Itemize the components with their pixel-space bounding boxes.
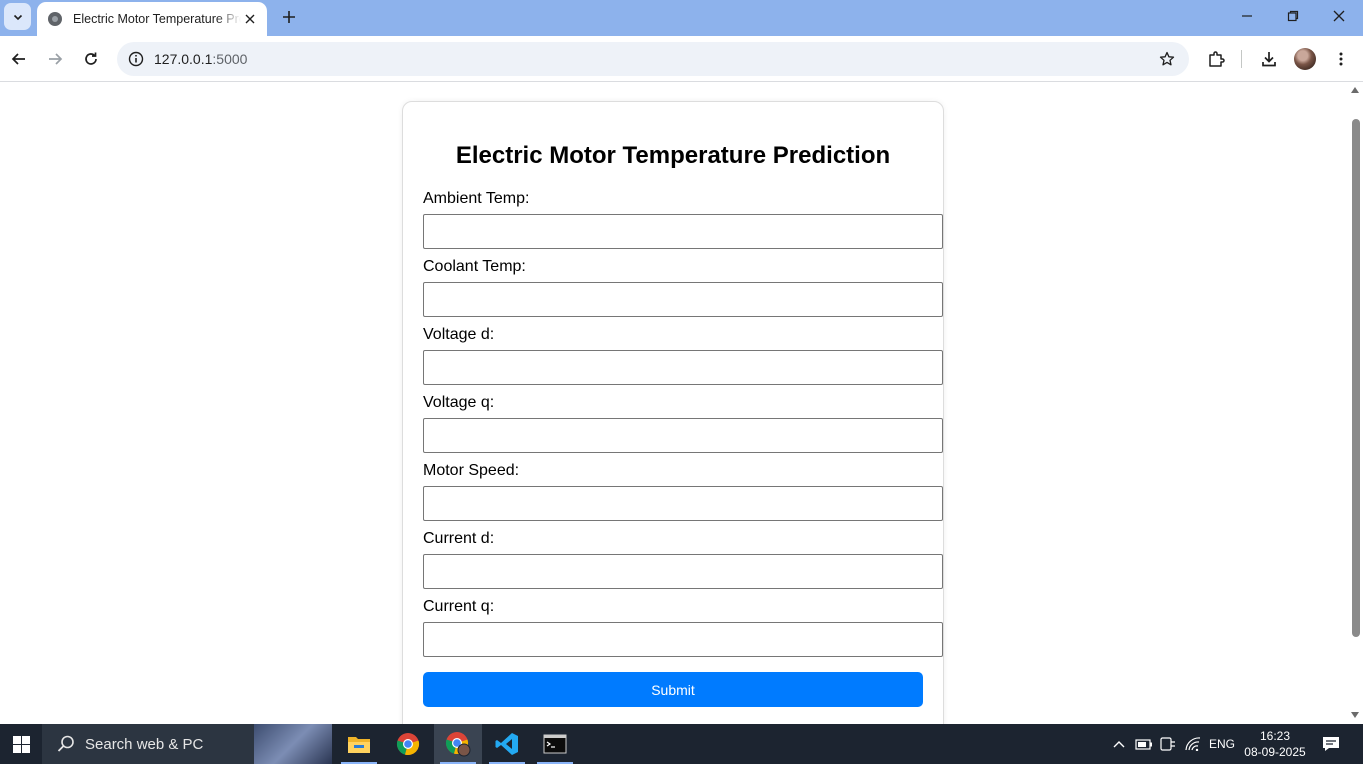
downloads-button[interactable] xyxy=(1255,45,1283,73)
taskbar-search-box[interactable]: Search web & PC xyxy=(42,724,332,764)
more-vert-icon xyxy=(1339,52,1343,66)
chrome-button[interactable] xyxy=(384,724,432,764)
back-button[interactable] xyxy=(5,45,33,73)
notification-icon xyxy=(1323,737,1339,751)
page-scrollbar[interactable] xyxy=(1348,83,1363,724)
restore-icon xyxy=(1287,10,1299,22)
language-text: ENG xyxy=(1208,737,1235,751)
page-title: Electric Motor Temperature Prediction xyxy=(455,142,891,169)
tab-title: Electric Motor Temperature Prediction xyxy=(73,12,241,26)
search-highlight-image xyxy=(254,724,332,764)
browser-toolbar: 127.0.0.1:5000 xyxy=(0,36,1363,82)
chevron-up-icon xyxy=(1113,741,1125,748)
network-tray-button[interactable] xyxy=(1181,724,1205,764)
plus-icon xyxy=(283,11,295,23)
scroll-up-arrow-icon[interactable] xyxy=(1351,87,1359,93)
voltage-q-label: Voltage q: xyxy=(423,394,495,411)
extensions-button[interactable] xyxy=(1202,45,1230,73)
close-icon xyxy=(1333,10,1345,22)
voltage-q-input[interactable] xyxy=(423,418,943,453)
coolant-temp-label: Coolant Temp: xyxy=(423,258,526,275)
url-text[interactable]: 127.0.0.1:5000 xyxy=(154,51,247,67)
scrollbar-thumb[interactable] xyxy=(1352,119,1360,637)
globe-icon xyxy=(48,12,62,26)
restore-button[interactable] xyxy=(1270,0,1316,32)
ambient-temp-input[interactable] xyxy=(423,214,943,249)
ambient-temp-label: Ambient Temp: xyxy=(423,190,530,207)
taskbar-clock[interactable]: 16:23 08-09-2025 xyxy=(1240,728,1310,760)
current-d-label: Current d: xyxy=(423,530,495,547)
puzzle-icon xyxy=(1209,51,1225,67)
coolant-temp-input[interactable] xyxy=(423,282,943,317)
windows-taskbar: Search web & PC ENG 16:23 08-09-2025 xyxy=(0,724,1363,764)
close-window-button[interactable] xyxy=(1316,0,1362,32)
forward-arrow-icon xyxy=(49,53,63,65)
toolbar-separator xyxy=(1241,50,1242,68)
voltage-d-input[interactable] xyxy=(423,350,943,385)
clock-date: 08-09-2025 xyxy=(1244,745,1306,759)
vscode-icon xyxy=(495,733,518,755)
clock-time: 16:23 xyxy=(1259,729,1291,743)
download-icon xyxy=(1262,52,1276,67)
search-icon xyxy=(57,735,74,752)
chrome-profile-icon xyxy=(445,732,471,757)
minimize-button[interactable] xyxy=(1224,0,1270,32)
language-indicator[interactable]: ENG xyxy=(1206,724,1238,764)
vscode-button[interactable] xyxy=(483,724,531,764)
current-q-label: Current q: xyxy=(423,598,495,615)
new-tab-button[interactable] xyxy=(276,4,302,30)
profile-avatar[interactable] xyxy=(1294,48,1316,70)
forward-button[interactable] xyxy=(41,45,69,73)
bookmark-star-icon[interactable] xyxy=(1155,47,1179,71)
search-placeholder: Search web & PC xyxy=(85,736,204,753)
active-tab[interactable]: Electric Motor Temperature Prediction xyxy=(37,2,267,36)
scroll-down-arrow-icon[interactable] xyxy=(1351,712,1359,718)
terminal-icon xyxy=(543,734,567,754)
battery-tray-button[interactable] xyxy=(1132,724,1156,764)
submit-button[interactable]: Submit xyxy=(423,672,923,707)
start-button[interactable] xyxy=(0,724,42,764)
minimize-icon xyxy=(1242,15,1252,17)
tab-strip: Electric Motor Temperature Prediction xyxy=(0,0,1363,36)
prediction-form-card: Electric Motor Temperature Prediction Am… xyxy=(402,101,944,724)
device-tray-button[interactable] xyxy=(1157,724,1179,764)
reload-icon xyxy=(85,52,97,65)
motor-speed-label: Motor Speed: xyxy=(423,462,520,479)
tablet-mode-icon xyxy=(1160,737,1175,751)
windows-logo-icon xyxy=(12,735,30,753)
notifications-button[interactable] xyxy=(1316,724,1346,764)
battery-icon xyxy=(1135,739,1152,750)
close-tab-icon[interactable] xyxy=(241,10,259,28)
url-host: 127.0.0.1 xyxy=(154,51,213,67)
file-explorer-button[interactable] xyxy=(335,724,383,764)
current-q-input[interactable] xyxy=(423,622,943,657)
file-explorer-icon xyxy=(348,737,370,753)
reload-button[interactable] xyxy=(77,45,105,73)
voltage-d-label: Voltage d: xyxy=(423,326,495,343)
back-arrow-icon xyxy=(11,53,25,65)
address-bar[interactable]: 127.0.0.1:5000 xyxy=(117,42,1189,76)
page-viewport: Electric Motor Temperature Prediction Am… xyxy=(0,83,1348,724)
url-port: :5000 xyxy=(212,51,248,67)
chevron-down-icon xyxy=(13,14,22,20)
show-hidden-icons-button[interactable] xyxy=(1108,724,1130,764)
chrome-icon xyxy=(396,733,420,756)
menu-button[interactable] xyxy=(1327,45,1355,73)
tab-search-button[interactable] xyxy=(4,3,31,30)
site-info-icon[interactable] xyxy=(124,47,148,71)
wifi-icon xyxy=(1185,737,1201,751)
terminal-button[interactable] xyxy=(531,724,579,764)
chrome-profile-button[interactable] xyxy=(434,724,482,764)
current-d-input[interactable] xyxy=(423,554,943,589)
motor-speed-input[interactable] xyxy=(423,486,943,521)
